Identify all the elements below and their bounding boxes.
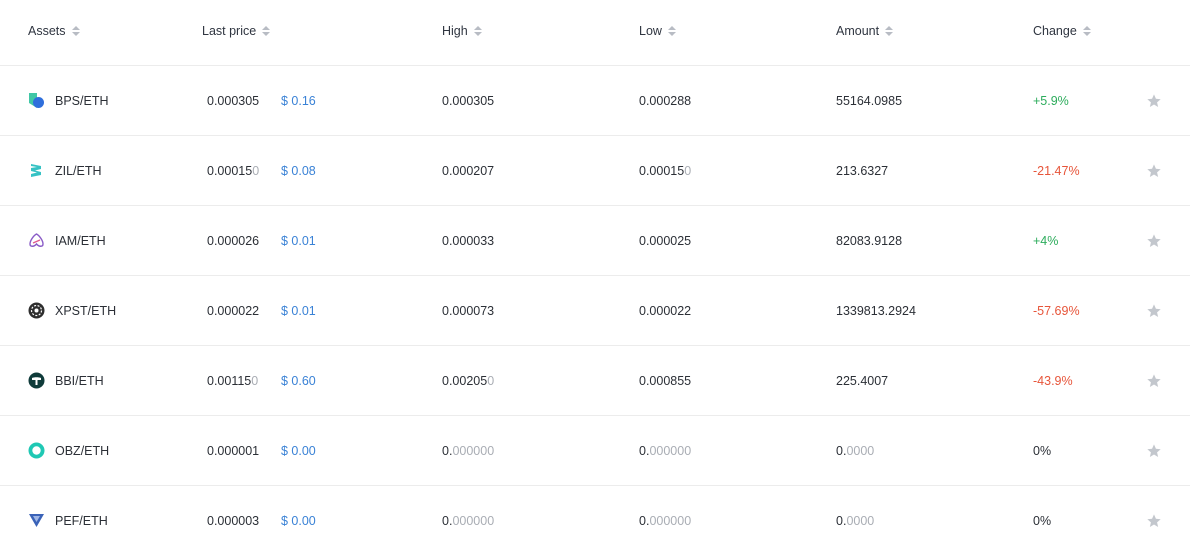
markets-table: Assets Last price High Low Amount Change	[0, 0, 1190, 547]
usd-price: $ 0.16	[281, 94, 316, 108]
favorite-star-icon[interactable]	[1146, 443, 1162, 459]
sort-icon	[473, 26, 482, 36]
low-header-label: Low	[639, 24, 662, 38]
usd-price: $ 0.60	[281, 374, 316, 388]
high-price: 0.000073	[442, 304, 495, 318]
low-price: 0.000855	[639, 374, 692, 388]
low-price: 0.000025	[639, 234, 692, 248]
table-row[interactable]: IAM/ETH 0.000026 $ 0.01 0.000033 0.00002…	[0, 206, 1190, 276]
high-price: 0.000000	[442, 514, 495, 528]
change-value: 0%	[1033, 514, 1052, 528]
high-price: 0.000207	[442, 164, 495, 178]
pair-label: ZIL/ETH	[55, 163, 102, 178]
xpst-coin-icon	[28, 302, 45, 319]
last-price: 0.000001	[207, 444, 260, 458]
low-price: 0.000288	[639, 94, 692, 108]
sort-icon	[885, 26, 894, 36]
bps-coin-icon	[29, 93, 44, 108]
asset-cell: IAM/ETH	[28, 232, 106, 249]
sort-amount-header[interactable]: Amount	[836, 24, 894, 38]
change-value: 0%	[1033, 444, 1052, 458]
table-row[interactable]: BPS/ETH 0.000305 $ 0.16 0.000305 0.00028…	[0, 66, 1190, 136]
pair-label: PEF/ETH	[55, 513, 108, 528]
sort-icon	[1082, 26, 1091, 36]
low-price: 0.000022	[639, 304, 692, 318]
usd-price: $ 0.01	[281, 234, 316, 248]
amount: 213.6327	[836, 164, 889, 178]
last-price: 0.000150	[207, 164, 260, 178]
change-header-label: Change	[1033, 24, 1077, 38]
asset-cell: OBZ/ETH	[28, 442, 109, 459]
change-value: -43.9%	[1033, 374, 1073, 388]
high-header-label: High	[442, 24, 468, 38]
amount: 0.0000	[836, 444, 875, 458]
amount-header-label: Amount	[836, 24, 880, 38]
change-value: +4%	[1033, 234, 1059, 248]
low-price: 0.000000	[639, 444, 692, 458]
sort-icon	[262, 26, 271, 36]
asset-cell: BPS/ETH	[28, 92, 109, 109]
last-price: 0.001150	[207, 374, 259, 388]
pef-coin-icon	[29, 514, 44, 527]
low-price: 0.000000	[639, 514, 692, 528]
amount: 0.0000	[836, 514, 875, 528]
iam-coin-icon	[29, 233, 44, 247]
usd-price: $ 0.08	[281, 164, 316, 178]
amount: 225.4007	[836, 374, 889, 388]
sort-high-header[interactable]: High	[442, 24, 482, 38]
favorite-star-icon[interactable]	[1146, 303, 1162, 319]
pair-label: BBI/ETH	[55, 373, 104, 388]
zil-coin-icon	[31, 164, 41, 177]
table-row[interactable]: XPST/ETH 0.000022 $ 0.01 0.000073 0.0000…	[0, 276, 1190, 346]
table-row[interactable]: BBI/ETH 0.001150 $ 0.60 0.002050 0.00085…	[0, 346, 1190, 416]
sort-last-price-header[interactable]: Last price	[202, 24, 271, 38]
usd-price: $ 0.01	[281, 304, 316, 318]
amount: 55164.0985	[836, 94, 903, 108]
bbi-coin-icon	[28, 372, 45, 389]
low-price: 0.000150	[639, 164, 692, 178]
sort-icon	[667, 26, 676, 36]
table-row[interactable]: ZIL/ETH 0.000150 $ 0.08 0.000207 0.00015…	[0, 136, 1190, 206]
table-row[interactable]: PEF/ETH 0.000003 $ 0.00 0.000000 0.00000…	[0, 486, 1190, 547]
last-price: 0.000003	[207, 514, 260, 528]
obz-coin-icon	[28, 442, 45, 459]
usd-price: $ 0.00	[281, 444, 316, 458]
pair-label: BPS/ETH	[55, 93, 109, 108]
favorite-star-icon[interactable]	[1146, 163, 1162, 179]
favorite-star-icon[interactable]	[1146, 513, 1162, 529]
sort-change-header[interactable]: Change	[1033, 24, 1091, 38]
favorite-star-icon[interactable]	[1146, 233, 1162, 249]
assets-header-label: Assets	[28, 24, 66, 38]
change-value: -21.47%	[1033, 164, 1080, 178]
sort-icon	[71, 26, 80, 36]
sort-low-header[interactable]: Low	[639, 24, 676, 38]
high-price: 0.000305	[442, 94, 495, 108]
table-row[interactable]: OBZ/ETH 0.000001 $ 0.00 0.000000 0.00000…	[0, 416, 1190, 486]
last-price-header-label: Last price	[202, 24, 257, 38]
high-price: 0.000033	[442, 234, 495, 248]
usd-price: $ 0.00	[281, 514, 316, 528]
pair-label: IAM/ETH	[55, 233, 106, 248]
pair-label: OBZ/ETH	[55, 443, 110, 458]
last-price: 0.000026	[207, 234, 260, 248]
pair-label: XPST/ETH	[55, 303, 117, 318]
change-value: +5.9%	[1033, 94, 1069, 108]
asset-cell: XPST/ETH	[28, 302, 116, 319]
amount: 1339813.2924	[836, 304, 916, 318]
asset-cell: ZIL/ETH	[28, 162, 102, 179]
favorite-star-icon[interactable]	[1146, 93, 1162, 109]
high-price: 0.002050	[442, 374, 495, 388]
change-value: -57.69%	[1033, 304, 1080, 318]
favorite-star-icon[interactable]	[1146, 373, 1162, 389]
asset-cell: PEF/ETH	[28, 512, 108, 529]
last-price: 0.000022	[207, 304, 260, 318]
asset-cell: BBI/ETH	[28, 372, 104, 389]
high-price: 0.000000	[442, 444, 495, 458]
amount: 82083.9128	[836, 234, 903, 248]
last-price: 0.000305	[207, 94, 260, 108]
table-header: Assets Last price High Low Amount Change	[0, 0, 1190, 66]
sort-assets-header[interactable]: Assets	[28, 24, 80, 38]
